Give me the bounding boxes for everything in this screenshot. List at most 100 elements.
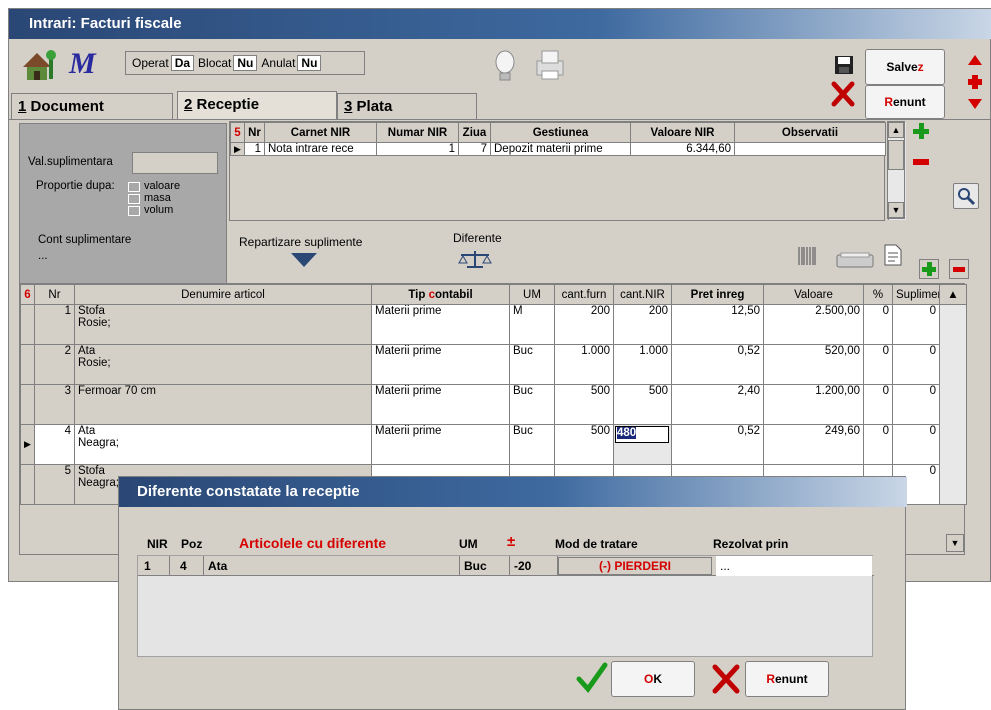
table-row[interactable]: 2 Ata Rosie; Materii prime Buc 1.000 1.00… xyxy=(20,344,967,385)
nir-row[interactable]: ▶ 1 Nota intrare rece 1 7 Depozit materi… xyxy=(230,142,886,156)
scroll-down-icon[interactable]: ▼ xyxy=(888,202,904,218)
m-logo-icon[interactable]: M xyxy=(69,47,113,81)
ok-button[interactable]: OK xyxy=(611,661,695,697)
nir-cell-ziua[interactable]: 7 xyxy=(458,142,491,156)
remove-nir-icon[interactable] xyxy=(913,159,929,165)
dialog-cancel-hotkey: R xyxy=(766,672,775,686)
nir-cell-gestiunea[interactable]: Depozit materii prime xyxy=(490,142,631,156)
masa-checkbox[interactable] xyxy=(128,194,140,204)
dialog-cancel-button[interactable]: Renunt xyxy=(745,661,829,697)
nir-col-ziua[interactable]: Ziua xyxy=(458,122,491,143)
record-nav xyxy=(965,49,985,113)
blocat-label: Blocat xyxy=(198,56,232,70)
dlg-cell-um: Buc xyxy=(460,556,510,576)
item-cell-denumire[interactable]: Stofa Rosie; xyxy=(74,304,372,345)
pierderi-button[interactable]: (-) PIERDERI xyxy=(558,557,712,575)
floppy-save-icon[interactable] xyxy=(834,55,854,75)
scroll-thumb[interactable] xyxy=(888,140,904,170)
dlg-cell-rezolvat[interactable]: ... xyxy=(716,556,872,576)
status-box: Operat Da Blocat Nu Anulat Nu xyxy=(125,51,365,75)
cant-nir-input[interactable]: 480 xyxy=(617,427,637,439)
item-cell-denumire[interactable]: Ata Neagra; xyxy=(74,424,372,465)
dlg-col-mod: Mod de tratare xyxy=(555,537,638,551)
nir-cell-numar[interactable]: 1 xyxy=(376,142,459,156)
dlg-col-nir: NIR xyxy=(147,537,168,551)
dlg-cell-diff: -20 xyxy=(510,556,558,576)
table-row-selected[interactable]: ▶ 4 Ata Neagra; Materii prime Buc 500 480… xyxy=(20,424,967,465)
nir-col-nr[interactable]: Nr xyxy=(244,122,265,143)
nir-col-valoare[interactable]: Valoare NIR xyxy=(630,122,735,143)
row-pointer-icon: ▶ xyxy=(230,142,245,156)
cancel-hotkey: R xyxy=(884,95,893,109)
items-col-valoare[interactable]: Valoare xyxy=(763,284,864,305)
nir-col-observatii[interactable]: Observatii xyxy=(734,122,886,143)
volum-checkbox[interactable] xyxy=(128,206,140,216)
operat-label: Operat xyxy=(132,56,169,70)
tab-plata[interactable]: 3 Plata xyxy=(337,93,477,119)
document-icon[interactable] xyxy=(883,243,903,267)
items-col-denumire[interactable]: Denumire articol xyxy=(74,284,372,305)
diferente-dialog: Diferente constatate la receptie NIR Poz… xyxy=(118,476,907,710)
add-item-icon[interactable] xyxy=(919,259,939,279)
items-col-supliment[interactable]: Supliment xyxy=(892,284,940,305)
item-cell-denumire[interactable]: Ata Rosie; xyxy=(74,344,372,385)
diferente-label[interactable]: Diferente xyxy=(453,231,502,245)
table-row[interactable]: 3 Fermoar 70 cm Materii prime Buc 500 50… xyxy=(20,384,967,425)
nir-cell-observatii[interactable] xyxy=(734,142,886,156)
cont-suplimentare-value[interactable]: ... xyxy=(38,250,48,262)
table-row[interactable]: 1 Stofa Rosie; Materii prime M 200 200 12… xyxy=(20,304,967,505)
balance-scale-icon[interactable] xyxy=(457,249,493,269)
dlg-cell-nir: 1 xyxy=(138,556,170,576)
ok-label: K xyxy=(653,672,662,686)
remove-item-icon[interactable] xyxy=(949,259,969,279)
items-scroll-down-icon[interactable]: ▼ xyxy=(946,534,964,552)
nir-col-gestiunea[interactable]: Gestiunea xyxy=(490,122,631,143)
red-x-icon[interactable] xyxy=(831,81,855,107)
home-icon[interactable] xyxy=(19,45,65,83)
items-col-pct[interactable]: % xyxy=(863,284,893,305)
nir-col-numar[interactable]: Numar NIR xyxy=(376,122,459,143)
scroll-up-icon[interactable]: ▲ xyxy=(888,122,904,138)
nir-scrollbar-track[interactable]: ▲ ▼ xyxy=(887,121,905,219)
items-scroll-up-icon[interactable]: ▲ xyxy=(939,284,967,305)
barcode-icon[interactable] xyxy=(797,245,817,267)
add-nir-icon[interactable] xyxy=(913,123,929,139)
dlg-col-poz: Poz xyxy=(181,537,203,551)
printer-icon[interactable] xyxy=(533,47,567,83)
item-cell-denumire[interactable]: Fermoar 70 cm xyxy=(74,384,372,425)
repartizare-label[interactable]: Repartizare suplimente xyxy=(239,235,362,249)
blocat-value: Nu xyxy=(233,55,258,71)
items-col-tip[interactable]: Tip contabil xyxy=(371,284,510,305)
repartizare-arrow-icon[interactable] xyxy=(291,253,317,267)
items-col-pret[interactable]: Pret inreg xyxy=(671,284,764,305)
nir-col-carnet[interactable]: Carnet NIR xyxy=(264,122,377,143)
dlg-cell-poz: 4 xyxy=(170,556,204,576)
valoare-checkbox[interactable] xyxy=(128,182,140,192)
tab-document[interactable]: 1 Document xyxy=(11,93,173,119)
dlg-col-articole: Articolele cu diferente xyxy=(239,535,387,551)
nir-cell-valoare[interactable]: 6.344,60 xyxy=(630,142,735,156)
val-suplimentara-input[interactable] xyxy=(132,152,218,174)
nir-cell-nr[interactable]: 1 xyxy=(244,142,265,156)
window-title: Intrari: Facturi fiscale xyxy=(9,9,991,39)
save-button[interactable]: Salve z xyxy=(865,49,945,85)
dlg-col-plusminus: ± xyxy=(507,533,516,550)
nir-cell-carnet[interactable]: Nota intrare rece xyxy=(264,142,377,156)
items-col-cant-furn[interactable]: cant.furn xyxy=(554,284,614,305)
scanner-icon[interactable] xyxy=(835,251,875,269)
items-col-cant-nir[interactable]: cant.NIR xyxy=(613,284,672,305)
lightbulb-icon[interactable] xyxy=(493,49,517,85)
list-item[interactable]: 1 4 Ata Buc -20 (-) PIERDERI ... xyxy=(138,556,874,576)
dialog-title: Diferente constatate la receptie xyxy=(119,477,907,507)
items-col-um[interactable]: UM xyxy=(509,284,555,305)
cant-nir-editor[interactable]: 480 xyxy=(613,424,672,465)
checkmark-icon[interactable] xyxy=(575,661,609,693)
items-col-nr[interactable]: Nr xyxy=(34,284,75,305)
dlg-cell-articol: Ata xyxy=(204,556,460,576)
search-icon[interactable] xyxy=(953,183,979,209)
close-icon[interactable] xyxy=(711,663,741,695)
save-hotkey: z xyxy=(917,60,924,74)
val-suplimentara-label: Val.suplimentara xyxy=(28,156,113,168)
cancel-button[interactable]: Renunt xyxy=(865,85,945,119)
tab-receptie[interactable]: 2 Receptie xyxy=(177,91,337,119)
